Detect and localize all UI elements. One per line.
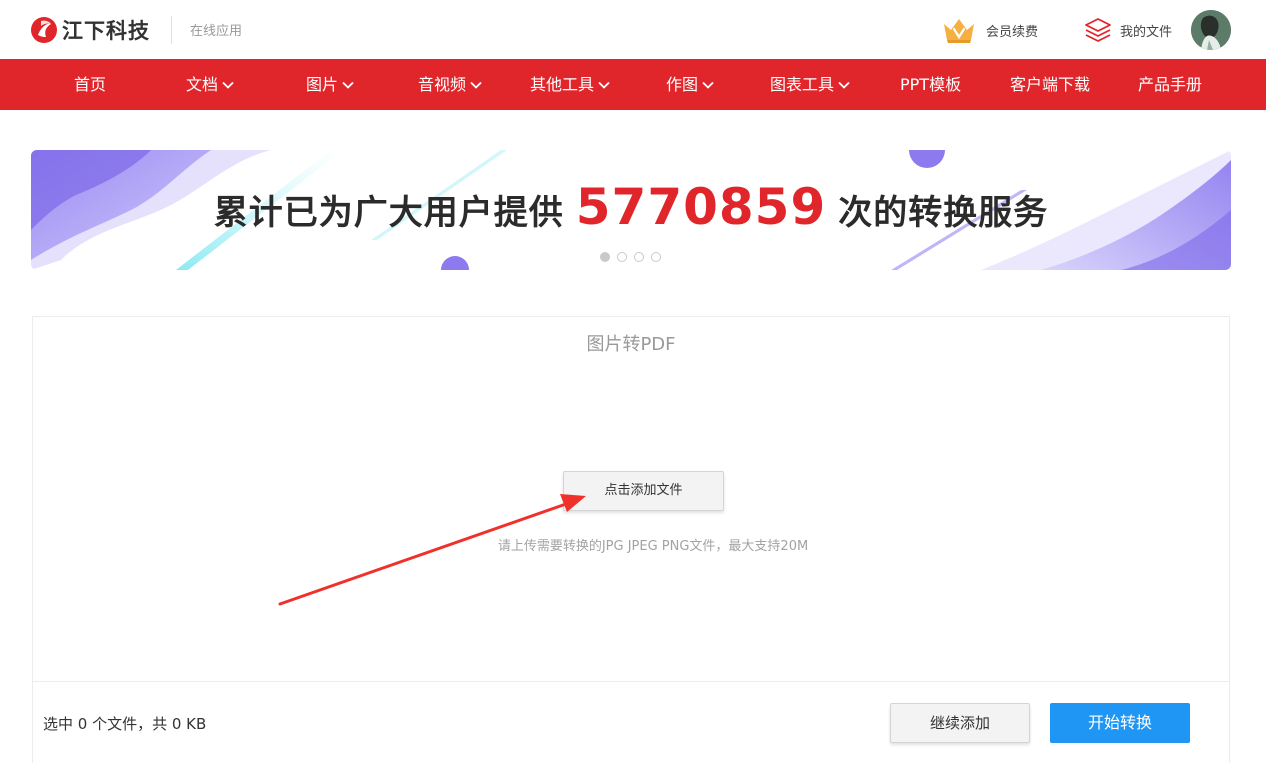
- carousel-dot-1[interactable]: [600, 252, 610, 262]
- promo-banner[interactable]: 累计已为广大用户提供 5770859 次的转换服务: [31, 150, 1231, 270]
- nav-item-drawing[interactable]: 作图: [666, 59, 714, 110]
- banner-prefix: 累计已为广大用户提供: [213, 193, 564, 233]
- banner-suffix: 次的转换服务: [838, 193, 1049, 233]
- continue-add-button[interactable]: 继续添加: [890, 703, 1030, 743]
- nav-label: 客户端下载: [1010, 75, 1091, 94]
- layers-icon: [1085, 18, 1111, 42]
- nav-item-ppt-templates[interactable]: PPT模板: [900, 59, 961, 110]
- converter-panel: 图片转PDF 点击添加文件 请上传需要转换的JPG JPEG PNG文件，最大支…: [32, 316, 1230, 763]
- nav-item-chart-tools[interactable]: 图表工具: [770, 59, 850, 110]
- nav-item-document[interactable]: 文档: [186, 59, 234, 110]
- nav-label: 其他工具: [530, 75, 595, 94]
- conversion-count: 5770859: [575, 178, 827, 236]
- my-files-link[interactable]: 我的文件: [1084, 14, 1172, 46]
- nav-label: PPT模板: [900, 75, 962, 94]
- top-header: 江下科技 在线应用 会员续费 我的文件: [0, 0, 1266, 59]
- chevron-down-icon: [470, 81, 482, 89]
- chevron-down-icon: [342, 81, 354, 89]
- nav-item-home[interactable]: 首页: [74, 59, 106, 110]
- avatar-image: [1191, 10, 1231, 50]
- my-files-label: 我的文件: [1120, 24, 1173, 40]
- nav-item-client-download[interactable]: 客户端下载: [1010, 59, 1090, 110]
- header-subtitle: 在线应用: [190, 24, 243, 39]
- main-nav: 首页 文档 图片 音视频 其他工具 作图 图表工具 PPT模板 客户端下载 产品…: [0, 59, 1266, 110]
- brand-logo[interactable]: 江下科技: [30, 14, 150, 46]
- carousel-dot-2[interactable]: [617, 252, 627, 262]
- nav-label: 作图: [666, 75, 699, 94]
- nav-item-other-tools[interactable]: 其他工具: [530, 59, 610, 110]
- jiangxia-logo-icon: [31, 17, 57, 43]
- carousel-dots: [600, 252, 661, 262]
- upload-hint: 请上传需要转换的JPG JPEG PNG文件，最大支持20M: [497, 539, 809, 554]
- nav-item-image[interactable]: 图片: [306, 59, 354, 110]
- carousel-dot-4[interactable]: [651, 252, 661, 262]
- chevron-down-icon: [222, 81, 234, 89]
- panel-divider: [33, 681, 1229, 682]
- nav-item-product-manual[interactable]: 产品手册: [1138, 59, 1202, 110]
- chevron-down-icon: [838, 81, 850, 89]
- chevron-down-icon: [702, 81, 714, 89]
- header-divider: [171, 16, 172, 44]
- nav-label: 首页: [74, 75, 107, 94]
- banner-headline: 累计已为广大用户提供 5770859 次的转换服务: [31, 178, 1231, 236]
- nav-item-audio-video[interactable]: 音视频: [418, 59, 482, 110]
- carousel-dot-3[interactable]: [634, 252, 644, 262]
- chevron-down-icon: [598, 81, 610, 89]
- nav-label: 图表工具: [770, 75, 835, 94]
- brand-name: 江下科技: [62, 19, 150, 43]
- vip-renew-label: 会员续费: [986, 24, 1039, 40]
- nav-label: 文档: [186, 75, 219, 94]
- start-convert-button[interactable]: 开始转换: [1050, 703, 1190, 743]
- nav-label: 产品手册: [1138, 75, 1203, 94]
- add-file-button[interactable]: 点击添加文件: [563, 471, 724, 511]
- nav-label: 音视频: [418, 75, 467, 94]
- vip-renew-link[interactable]: 会员续费: [942, 14, 1038, 46]
- converter-title: 图片转PDF: [586, 334, 676, 355]
- selection-status: 选中 0 个文件，共 0 KB: [43, 715, 207, 733]
- nav-label: 图片: [306, 75, 339, 94]
- crown-icon: [944, 19, 974, 43]
- user-avatar[interactable]: [1191, 10, 1231, 50]
